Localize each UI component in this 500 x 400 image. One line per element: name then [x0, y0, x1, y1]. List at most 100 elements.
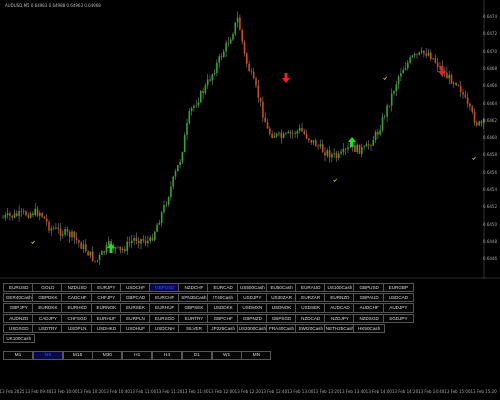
candle [126, 236, 128, 256]
symbol-button-usdpln[interactable]: USDPLN [61, 323, 93, 333]
symbol-button-gbpaud[interactable]: GBPAUD [353, 293, 385, 303]
symbol-button-eurhuf[interactable]: EURHUF [90, 313, 123, 323]
symbol-button-hk50cash[interactable]: HK50Cash [353, 323, 385, 333]
symbol-button-gbpcad[interactable]: GBPCAD [119, 293, 152, 303]
timeframe-button-m30[interactable]: M30 [92, 351, 123, 360]
symbol-button-uk100cash[interactable]: UK100Cash [3, 334, 35, 344]
symbol-button-usdmxn[interactable]: USDMXN [236, 303, 269, 313]
timeframe-button-w1[interactable]: W1 [211, 351, 242, 360]
symbol-button-audjpy[interactable]: AUDJPY [382, 303, 415, 313]
candlestick-chart[interactable] [0, 0, 500, 279]
symbol-button-eu50cash[interactable]: EU50Cash [265, 283, 298, 293]
symbol-button-gbpdkk[interactable]: GBPDKK [32, 293, 64, 303]
symbol-button-eursgd[interactable]: EURSGD [149, 313, 181, 323]
symbol-button-usdsek[interactable]: USDSEK [295, 303, 327, 313]
price-chart[interactable]: AUDUSD,M5 0.64983 0.64988 0.64963 0.6496… [0, 0, 500, 279]
symbol-button-eursek[interactable]: EURSEK [119, 303, 152, 313]
symbol-button-nzdsgd[interactable]: NZDSGD [353, 313, 385, 323]
timeframe-button-mn[interactable]: MN [241, 351, 272, 360]
symbol-button-sgdjpy[interactable]: SGDJPY [382, 313, 415, 323]
symbol-button-nzdusd[interactable]: NZDUSD [61, 283, 93, 293]
symbol-button-eurzar[interactable]: EURZAR [295, 293, 327, 303]
candle [137, 237, 140, 249]
symbol-button-eurjpy[interactable]: EURJPY [90, 283, 123, 293]
symbol-button-it40cash[interactable]: IT40Cash [207, 293, 239, 303]
symbol-button-nzdcad[interactable]: NZDCAD [295, 313, 327, 323]
symbol-button-eurhkd[interactable]: EURHKD [61, 303, 93, 313]
candle [335, 151, 338, 162]
price-tick-label: 0.6456 [483, 169, 497, 175]
symbol-button-gbpusd[interactable]: GBPUSD [149, 283, 181, 293]
symbol-button-eurdkk[interactable]: EURDKK [32, 303, 64, 313]
symbol-button-usdnok[interactable]: USDNOK [265, 303, 298, 313]
symbol-button-eurchf[interactable]: EURCHF [149, 293, 181, 303]
symbol-button-eurcad[interactable]: EURCAD [207, 283, 239, 293]
candle [124, 245, 126, 254]
symbol-button-eurnok[interactable]: EURNOK [90, 303, 123, 313]
timeframe-button-h1[interactable]: H1 [122, 351, 153, 360]
candle [50, 225, 53, 236]
candle [133, 235, 135, 245]
symbol-button-neth25cash[interactable]: NETH25Cash [324, 323, 356, 333]
symbol-button-gbpsgd[interactable]: GBPSGD [265, 313, 298, 323]
symbol-button-nzdjpy[interactable]: NZDJPY [324, 313, 356, 323]
symbol-button-silver[interactable]: SILVER [178, 323, 210, 333]
price-tick-label: 0.6466 [483, 83, 497, 89]
timeframe-button-m5[interactable]: M5 [32, 351, 63, 360]
candle-body [480, 121, 483, 124]
symbol-button-eurnzd[interactable]: EURNZD [324, 293, 356, 303]
timeframe-button-m1[interactable]: M1 [3, 351, 33, 360]
symbol-button-usdcnh[interactable]: USDCNH [149, 323, 181, 333]
symbol-button-gold[interactable]: GOLD [32, 283, 64, 293]
timeframe-button-d1[interactable]: D1 [181, 351, 212, 360]
symbol-button-ger40cash[interactable]: GER40Cash [3, 293, 35, 303]
timeframe-button-h4[interactable]: H4 [152, 351, 182, 360]
symbol-button-cadchf[interactable]: CADCHF [61, 293, 93, 303]
symbol-button-usddkk[interactable]: USDDKK [207, 303, 239, 313]
symbol-button-usdchf[interactable]: USDCHF [119, 283, 152, 293]
candle-body [236, 17, 239, 23]
candle-body [186, 123, 188, 135]
candle-body [94, 260, 96, 262]
symbol-button-eurpln[interactable]: EURPLN [119, 313, 152, 323]
symbol-button-audchf[interactable]: AUDCHF [353, 303, 385, 313]
symbol-button-us500cash[interactable]: US500Cash [236, 283, 269, 293]
symbol-button-us2000cash[interactable]: US2000Cash [236, 323, 269, 333]
symbol-button-chfsgd[interactable]: CHFSGD [61, 313, 93, 323]
symbol-button-audcad[interactable]: AUDCAD [324, 303, 356, 313]
symbol-button-eurgbp[interactable]: EURGBP [382, 283, 415, 293]
symbol-button-swi20cash[interactable]: SWI20Cash [295, 323, 327, 333]
candle [326, 148, 329, 159]
symbol-button-spn35cash[interactable]: SPN35Cash [178, 293, 210, 303]
symbol-button-jp225cash[interactable]: JP225Cash [207, 323, 239, 333]
symbol-button-usdhuf[interactable]: USDHUF [119, 323, 152, 333]
candle [239, 14, 241, 31]
symbol-button-gbpchf[interactable]: GBPCHF [207, 313, 239, 323]
candle [29, 211, 32, 219]
symbol-button-gbpnzd[interactable]: GBPNZD [236, 313, 269, 323]
candle [121, 246, 124, 254]
symbol-button-fra40cash[interactable]: FRA40Cash [265, 323, 298, 333]
symbol-button-euraud[interactable]: EURAUD [295, 283, 327, 293]
timeframe-button-m15[interactable]: M15 [62, 351, 93, 360]
symbol-button-gbpusd[interactable]: GBPUSD [353, 283, 385, 293]
symbol-button-gbpjpy[interactable]: GBPJPY [3, 303, 35, 313]
symbol-button-us100cash[interactable]: US100Cash [324, 283, 356, 293]
symbol-button-usdcad[interactable]: USDCAD [382, 293, 415, 303]
symbol-button-chfjpy[interactable]: CHFJPY [90, 293, 123, 303]
symbol-button-cadjpy[interactable]: CADJPY [32, 313, 64, 323]
symbol-button-usdsgd[interactable]: USDSGD [3, 323, 35, 333]
symbol-button-eurhuf[interactable]: EURHUF [149, 303, 181, 313]
symbol-button-gbpsek[interactable]: GBPSEK [178, 303, 210, 313]
symbol-button-eurusd[interactable]: EURUSD [3, 283, 35, 293]
symbol-button-us30zar[interactable]: US30ZAR [265, 293, 298, 303]
symbol-button-usdhkd[interactable]: USDHKD [90, 323, 123, 333]
candle-body [296, 130, 299, 134]
symbol-button-usdtry[interactable]: USDTRY [32, 323, 64, 333]
candle-body [384, 116, 386, 118]
symbol-button-nzdchf[interactable]: NZDCHF [178, 283, 210, 293]
candle-body [264, 117, 266, 123]
symbol-button-usdjpy[interactable]: USDJPY [236, 293, 269, 303]
symbol-button-audnzd[interactable]: AUDNZD [3, 313, 35, 323]
symbol-button-eurtry[interactable]: EURTRY [178, 313, 210, 323]
